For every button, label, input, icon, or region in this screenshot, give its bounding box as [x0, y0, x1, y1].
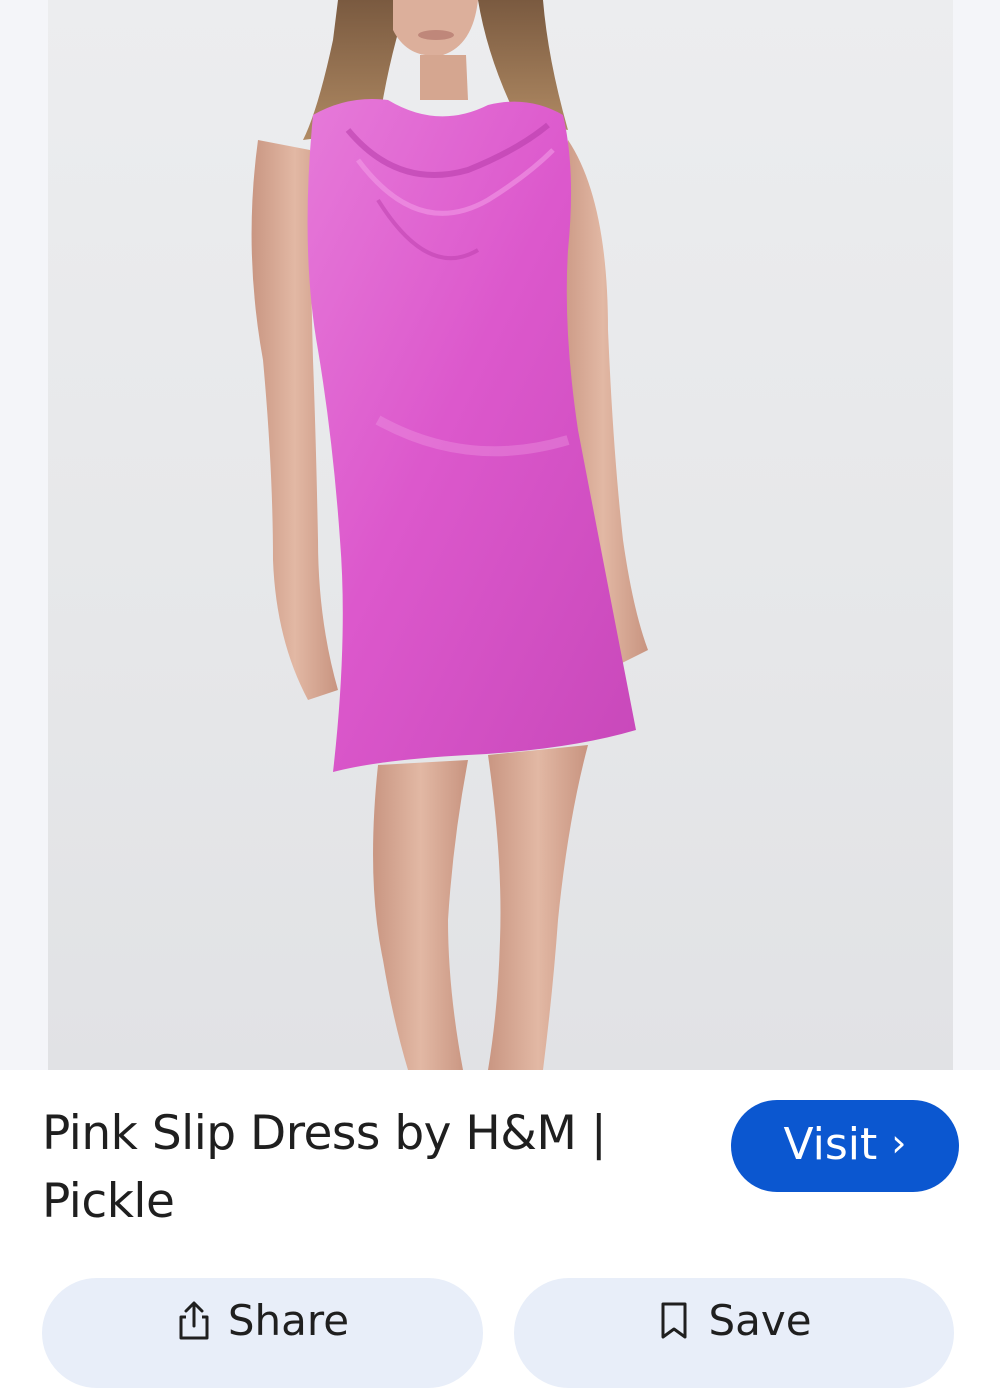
product-photo[interactable] [48, 0, 953, 1070]
share-button[interactable]: Share [42, 1278, 483, 1388]
share-icon [179, 1301, 209, 1340]
chevron-right-icon: › [891, 1121, 907, 1165]
visit-label: Visit [783, 1118, 878, 1170]
save-label: Save [708, 1296, 812, 1345]
visit-button[interactable]: Visit › [731, 1100, 959, 1192]
dress-illustration [251, 0, 648, 1070]
share-label: Share [227, 1296, 350, 1345]
result-title[interactable]: Pink Slip Dress by H&M | Pickle [42, 1100, 682, 1236]
bookmark-icon [661, 1302, 687, 1339]
image-viewer [0, 0, 1000, 1070]
save-button[interactable]: Save [514, 1278, 954, 1388]
